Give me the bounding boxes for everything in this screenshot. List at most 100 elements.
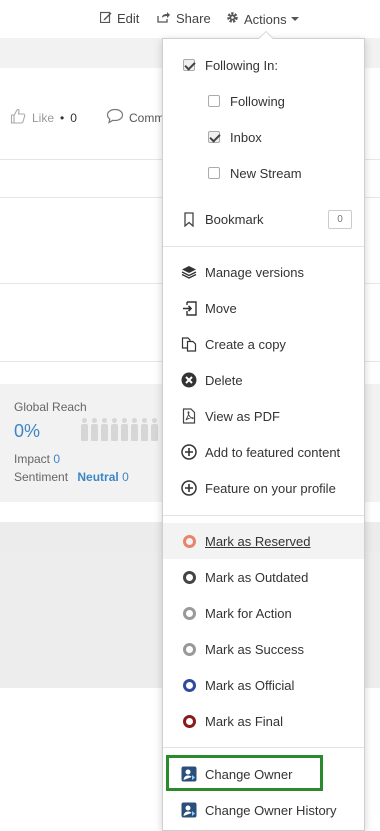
manage-versions-item[interactable]: Manage versions [163,254,364,290]
like-label: Like [32,110,55,125]
caret-down-icon [290,17,299,21]
person-icon [130,418,139,442]
edit-button[interactable]: Edit [99,11,140,26]
inbox-label: Inbox [230,129,262,145]
view-pdf-item[interactable]: View as PDF [163,398,364,434]
person-icon [110,418,119,442]
new-stream-checkbox-item[interactable]: New Stream [163,155,364,191]
person-icon [120,418,129,442]
sentiment-stat: Sentiment Neutral 0 [14,470,129,484]
following-in-label: Following In: [205,57,278,73]
person-icon [80,418,89,442]
menu-divider [163,515,364,516]
edit-icon [99,11,112,26]
bookmark-item[interactable]: Bookmark 0 [163,201,364,237]
like-button[interactable]: Like • 0 [10,108,77,127]
new-stream-label: New Stream [230,165,302,181]
actions-dropdown-button[interactable]: Actions [226,11,299,27]
share-icon [157,11,171,26]
impact-value: 0 [53,452,61,466]
following-label: Following [230,93,285,109]
final-ring-icon [181,713,197,729]
success-ring-icon [181,641,197,657]
mark-outdated-label: Mark as Outdated [205,569,309,585]
gear-icon [226,11,239,27]
sentiment-count: 0 [122,470,129,484]
global-reach-value: 0% [14,421,41,441]
create-copy-label: Create a copy [205,336,286,352]
actions-label: Actions [244,11,287,27]
move-icon [181,300,197,316]
like-separator: • [60,110,65,125]
official-ring-icon [181,677,197,693]
share-button[interactable]: Share [157,11,211,26]
mark-action-item[interactable]: Mark for Action [163,595,364,631]
view-pdf-label: View as PDF [205,408,280,424]
checkbox-checked-icon [181,57,197,73]
global-reach-label: Global Reach [14,400,87,414]
mark-outdated-item[interactable]: Mark as Outdated [163,559,364,595]
mark-final-label: Mark as Final [205,713,284,729]
move-item[interactable]: Move [163,290,364,326]
move-label: Move [205,300,237,316]
manage-versions-label: Manage versions [205,264,304,280]
following-in-checkbox-item[interactable]: Following In: [163,47,364,83]
toolbar: Edit Share Actions [0,0,380,38]
sentiment-value: Neutral [77,470,119,484]
mark-success-label: Mark as Success [205,641,304,657]
add-featured-item[interactable]: Add to featured content [163,434,364,470]
person-icon [90,418,99,442]
mark-final-item[interactable]: Mark as Final [163,703,364,739]
add-featured-label: Add to featured content [205,444,341,460]
actions-menu: Following In: Following Inbox New Stream… [162,38,365,831]
copy-icon [181,336,197,352]
menu-divider [163,246,364,247]
bookmark-label: Bookmark [205,211,264,227]
impact-label: Impact [14,452,51,466]
person-icon [140,418,149,442]
edit-label: Edit [117,11,140,26]
feature-profile-label: Feature on your profile [205,480,336,496]
mark-reserved-item[interactable]: Mark as Reserved [163,523,364,559]
change-owner-history-label: Change Owner History [205,802,337,818]
mark-reserved-label: Mark as Reserved [205,533,311,549]
person-icon [100,418,109,442]
person-icon [150,418,159,442]
reserved-ring-icon [181,533,197,549]
plus-circle-icon [181,444,197,460]
mark-official-item[interactable]: Mark as Official [163,667,364,703]
comment-button[interactable]: Comm [106,108,164,127]
mark-success-item[interactable]: Mark as Success [163,631,364,667]
mark-action-label: Mark for Action [205,605,292,621]
bookmark-count-badge: 0 [328,210,352,229]
comment-icon [106,108,124,127]
action-ring-icon [181,605,197,621]
feature-profile-item[interactable]: Feature on your profile [163,470,364,506]
bookmark-icon [181,211,197,227]
pdf-file-icon [181,408,197,424]
people-reach-icons [80,418,159,442]
change-owner-history-icon [181,802,197,818]
create-copy-item[interactable]: Create a copy [163,326,364,362]
plus-circle-icon [181,480,197,496]
share-label: Share [176,11,211,26]
comment-label: Comm [129,110,165,125]
outdated-ring-icon [181,569,197,585]
checkbox-unchecked-icon [206,165,222,181]
delete-x-circle-icon [181,372,197,388]
menu-divider [163,747,364,748]
impact-stat: Impact 0 [14,452,60,466]
mark-official-label: Mark as Official [205,677,295,693]
checkbox-unchecked-icon [206,93,222,109]
menu-caret-fill [259,32,273,39]
change-owner-history-item[interactable]: Change Owner History [163,792,364,828]
thumbs-up-icon [10,108,26,127]
following-checkbox-item[interactable]: Following [163,83,364,119]
layers-icon [181,264,197,280]
like-count: 0 [70,110,77,125]
inbox-checkbox-item[interactable]: Inbox [163,119,364,155]
delete-item[interactable]: Delete [163,362,364,398]
delete-label: Delete [205,372,243,388]
change-owner-highlight-box [166,755,323,791]
sentiment-label: Sentiment [14,470,69,484]
